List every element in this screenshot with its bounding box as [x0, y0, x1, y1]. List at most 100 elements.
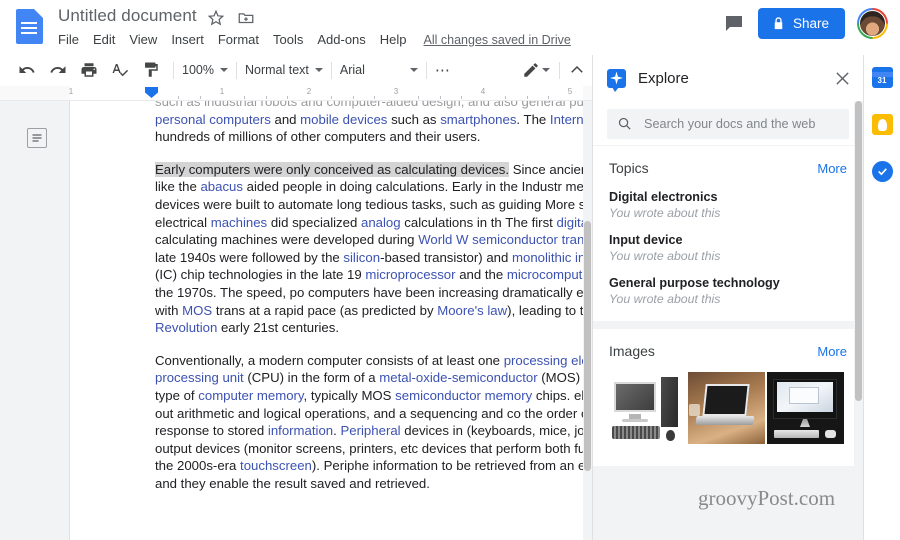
document-title[interactable]: Untitled document — [58, 6, 197, 26]
toolbar-more-button[interactable]: ⋯ — [435, 61, 451, 79]
menu-addons[interactable]: Add-ons — [310, 31, 372, 48]
document-ruler[interactable]: 1 1 2 3 4 5 — [0, 86, 592, 101]
ruler-number: 1 — [219, 87, 225, 96]
font-value: Arial — [339, 63, 365, 77]
document-canvas[interactable]: such as industrial robots and computer-a… — [0, 101, 592, 540]
zoom-selector[interactable]: 100% — [182, 63, 228, 77]
topic-name: Digital electronics — [609, 190, 718, 204]
share-button-label: Share — [792, 16, 829, 31]
search-icon — [618, 117, 631, 130]
app-header: Untitled document File Edit View Insert … — [0, 0, 900, 55]
topics-card: Topics More Digital electronics You wrot… — [593, 146, 863, 321]
laptop-on-desk-thumbnail[interactable] — [688, 372, 765, 444]
explore-badge-icon — [607, 68, 626, 92]
document-text[interactable]: such as industrial robots and computer-a… — [155, 101, 592, 507]
image-thumbnails — [609, 372, 847, 444]
menu-insert[interactable]: Insert — [164, 31, 211, 48]
explore-scrollbar[interactable] — [854, 101, 863, 540]
close-icon[interactable] — [834, 70, 851, 87]
desktop-computer-thumbnail[interactable] — [609, 372, 686, 444]
toolbar-divider-1 — [173, 61, 174, 79]
paragraph-style-value: Normal text — [244, 63, 309, 77]
title-action-icons — [207, 9, 255, 27]
topic-item[interactable]: Input device You wrote about this — [609, 232, 847, 264]
ruler-number: 5 — [567, 87, 573, 96]
ruler-number: 3 — [393, 87, 399, 96]
font-selector[interactable]: Arial — [340, 63, 418, 77]
document-scrollbar[interactable] — [583, 101, 592, 540]
spellcheck-icon[interactable] — [111, 61, 129, 79]
topic-subtitle: You wrote about this — [609, 292, 721, 306]
move-to-folder-icon[interactable] — [237, 9, 255, 27]
menu-file[interactable]: File — [58, 31, 86, 48]
watermark: groovyPost.com — [698, 486, 836, 510]
ruler-number: 1 — [68, 87, 74, 96]
google-calendar-icon[interactable]: 31 — [871, 67, 893, 88]
side-rail: 31 — [863, 55, 900, 540]
chevron-down-icon — [409, 68, 418, 72]
menu-view[interactable]: View — [122, 31, 164, 48]
images-title: Images — [609, 343, 655, 359]
google-docs-window: Untitled document File Edit View Insert … — [0, 0, 900, 540]
topics-more-link[interactable]: More — [817, 161, 847, 176]
topic-subtitle: You wrote about this — [609, 206, 721, 220]
topic-item[interactable]: Digital electronics You wrote about this — [609, 189, 847, 221]
explore-header: Explore — [593, 55, 863, 101]
pencil-icon[interactable] — [522, 61, 540, 79]
explore-scrollbar-thumb[interactable] — [855, 101, 862, 401]
menu-bar: File Edit View Insert Format Tools Add-o… — [58, 31, 571, 48]
comment-icon[interactable] — [722, 12, 746, 36]
menu-tools[interactable]: Tools — [266, 31, 310, 48]
images-card-header: Images More — [609, 343, 847, 359]
document-scrollbar-thumb[interactable] — [584, 221, 591, 471]
google-tasks-icon[interactable] — [871, 161, 893, 182]
paragraph-3: Conventionally, a modern computer consis… — [155, 352, 592, 491]
menu-format[interactable]: Format — [211, 31, 266, 48]
images-more-link[interactable]: More — [817, 344, 847, 359]
paragraph-style-selector[interactable]: Normal text — [245, 63, 323, 77]
redo-icon[interactable] — [49, 61, 67, 79]
ruler-number: 2 — [306, 87, 312, 96]
toolbar-divider-4 — [425, 61, 427, 79]
toolbar-divider-5 — [559, 61, 560, 79]
document-outline-icon[interactable] — [27, 128, 47, 148]
document-page[interactable]: such as industrial robots and computer-a… — [70, 101, 592, 540]
topic-name: General purpose technology — [609, 276, 780, 290]
edit-mode-chevron-down-icon[interactable] — [542, 68, 550, 72]
explore-search-box[interactable] — [607, 108, 849, 139]
explore-title: Explore — [638, 69, 689, 87]
images-card: Images More — [593, 329, 863, 466]
print-icon[interactable] — [80, 61, 98, 79]
ruler-number: 4 — [480, 87, 486, 96]
chevron-up-icon[interactable] — [568, 61, 586, 79]
undo-icon[interactable] — [18, 61, 36, 79]
formatting-toolbar: 100% Normal text Arial ⋯ — [0, 55, 592, 86]
zoom-value: 100% — [182, 63, 214, 77]
avatar[interactable] — [857, 8, 888, 39]
google-keep-icon[interactable] — [871, 114, 893, 135]
calendar-day-number: 31 — [877, 76, 887, 85]
star-icon[interactable] — [207, 9, 225, 27]
lock-icon — [774, 17, 783, 30]
topics-title: Topics — [609, 160, 649, 176]
imac-computer-thumbnail[interactable] — [767, 372, 844, 444]
toolbar-divider-3 — [330, 61, 332, 79]
share-button[interactable]: Share — [757, 8, 845, 39]
menu-help[interactable]: Help — [373, 31, 414, 48]
topics-card-header: Topics More — [609, 160, 847, 176]
chevron-down-icon — [219, 68, 228, 72]
toolbar-right-group — [522, 61, 592, 79]
google-docs-logo-icon — [16, 9, 43, 44]
paint-format-icon[interactable] — [142, 61, 160, 79]
search-input[interactable] — [644, 116, 839, 131]
menu-edit[interactable]: Edit — [86, 31, 122, 48]
explore-panel: Explore Topics More Digital electronics … — [592, 55, 863, 540]
topic-subtitle: You wrote about this — [609, 249, 721, 263]
save-status[interactable]: All changes saved in Drive — [424, 33, 571, 47]
paragraph-2: Early computers were only conceived as c… — [155, 161, 592, 336]
chevron-down-icon — [314, 68, 323, 72]
explore-search-row — [593, 101, 863, 145]
topic-item[interactable]: General purpose technology You wrote abo… — [609, 275, 847, 307]
header-actions: Share — [722, 8, 888, 39]
topic-name: Input device — [609, 233, 683, 247]
